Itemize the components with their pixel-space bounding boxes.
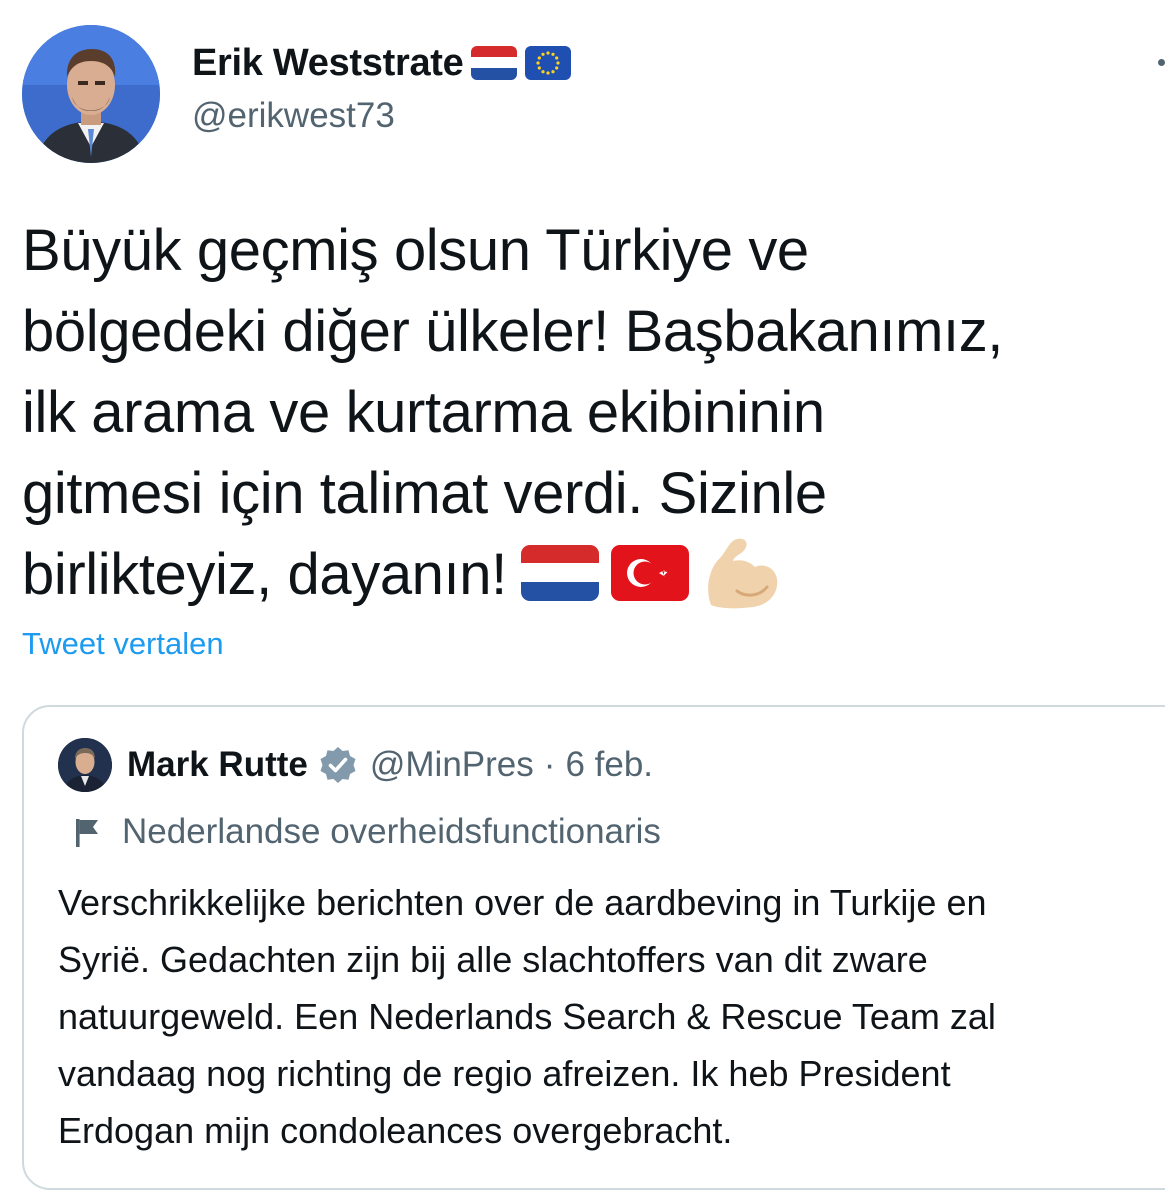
more-options-button[interactable] <box>1150 52 1165 72</box>
quote-line: vandaag nog richting de regio afreizen. … <box>58 1053 951 1094</box>
tweet-text: Büyük geçmiş olsun Türkiye ve bölgedeki … <box>22 210 1165 615</box>
quote-line: Erdogan mijn condoleances overgebracht. <box>58 1110 733 1151</box>
author-avatar-image <box>22 25 160 163</box>
tweet-line: gitmesi için talimat verdi. Sizinle <box>22 461 827 526</box>
quote-date[interactable]: 6 feb. <box>565 745 653 785</box>
quote-line: Syrië. Gedachten zijn bij alle slachtoff… <box>58 939 928 980</box>
quote-line: Verschrikkelijke berichten over de aardb… <box>58 882 987 923</box>
more-dots-icon <box>1158 59 1165 66</box>
verified-badge-icon[interactable] <box>318 745 358 785</box>
government-official-label: Nederlandse overheidsfunctionaris <box>122 812 661 851</box>
quote-author-handle[interactable]: @MinPres <box>370 745 534 785</box>
turkey-flag-icon <box>610 544 689 601</box>
netherlands-flag-icon <box>471 46 518 80</box>
author-handle[interactable]: @erikwest73 <box>192 96 395 136</box>
quote-text: Verschrikkelijke berichten over de aardb… <box>58 874 1165 1159</box>
translate-tweet-link[interactable]: Tweet vertalen <box>22 626 224 662</box>
author-display-name[interactable]: Erik Weststrate <box>192 42 464 85</box>
quote-line: natuurgeweld. Een Nederlands Search & Re… <box>58 996 996 1037</box>
tweet-line-last: birlikteyiz, dayanın! <box>22 534 1165 615</box>
flexed-biceps-icon <box>708 538 778 608</box>
tweet-line: ilk arama ve kurtarma ekibininin <box>22 380 825 445</box>
tweet-line: bölgedeki diğer ülkeler! Başbakanımız, <box>22 299 1004 364</box>
author-name-row: Erik Weststrate <box>192 40 572 86</box>
flag-icon <box>76 819 98 847</box>
author-avatar[interactable] <box>22 25 160 163</box>
tweet-emojis <box>520 533 781 613</box>
quote-avatar-image <box>58 738 112 792</box>
tweet-line: Büyük geçmiş olsun Türkiye ve <box>22 218 809 283</box>
quote-header: Mark Rutte @MinPres · 6 feb. <box>127 740 653 790</box>
quote-author-name[interactable]: Mark Rutte <box>127 745 308 785</box>
quote-separator: · <box>543 745 556 784</box>
tweet-line: birlikteyiz, dayanın! <box>22 542 507 607</box>
eu-flag-icon <box>525 46 572 80</box>
netherlands-flag-icon <box>520 544 599 601</box>
government-label-row: Nederlandse overheidsfunctionaris <box>68 808 661 856</box>
quote-author-avatar[interactable] <box>58 738 112 792</box>
